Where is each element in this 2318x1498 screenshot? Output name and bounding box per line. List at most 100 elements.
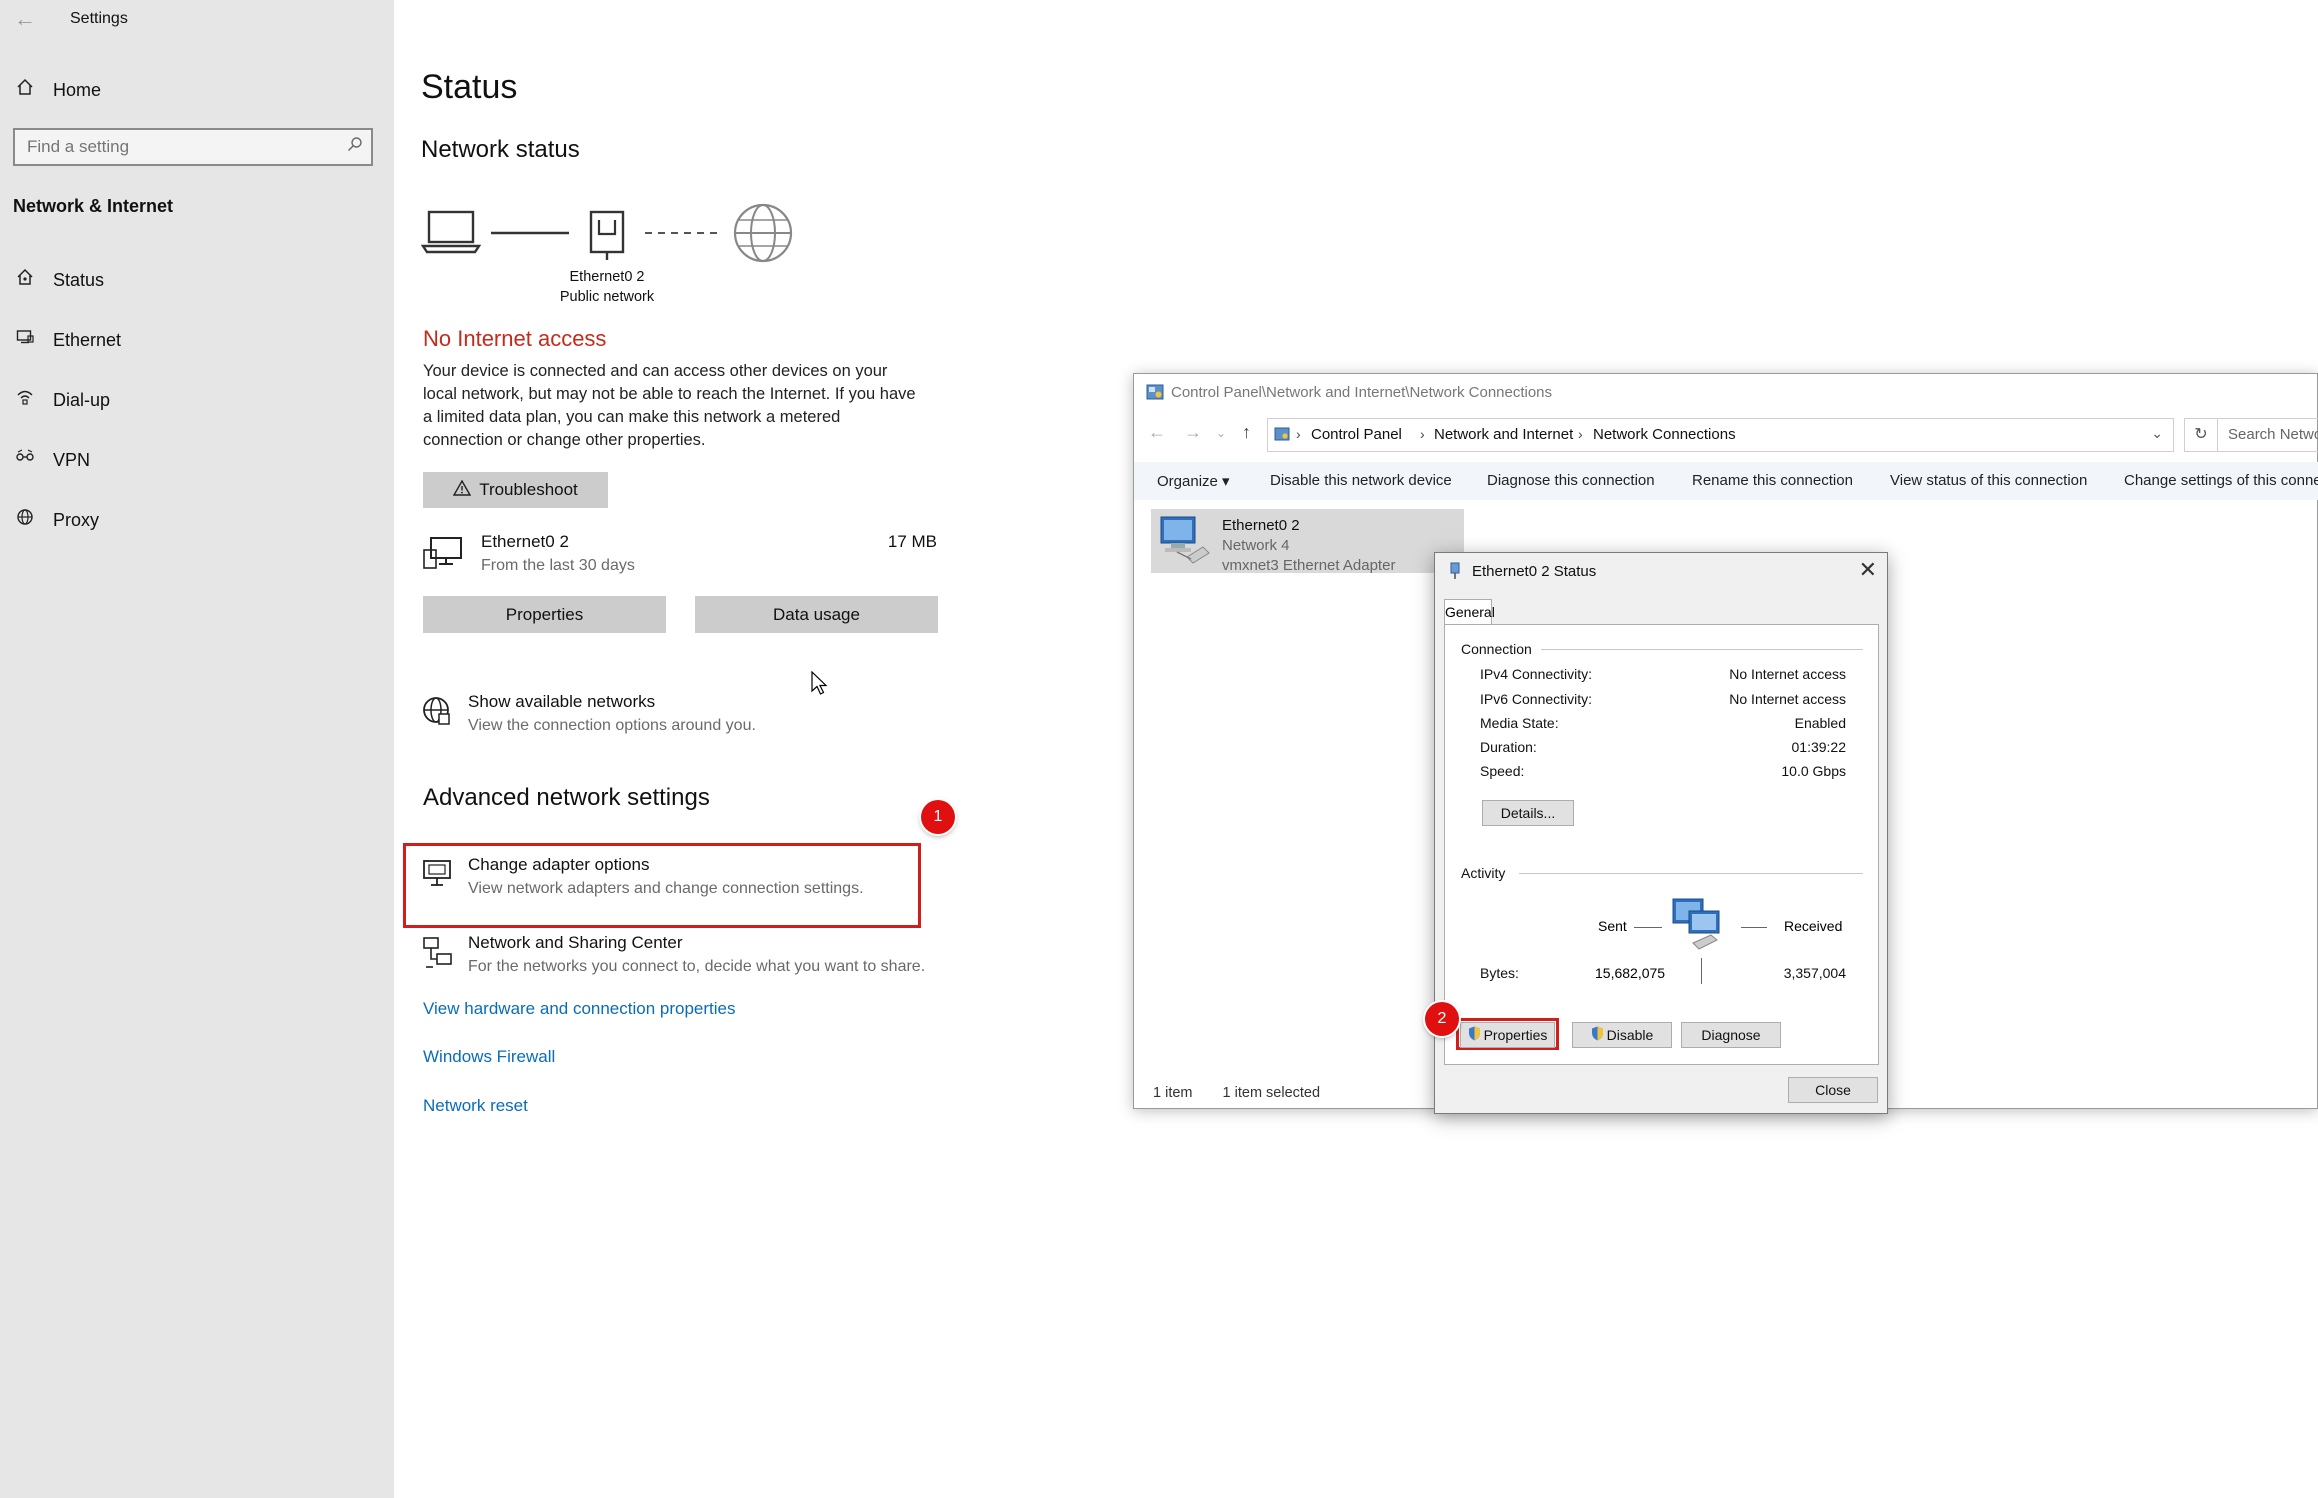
find-setting-search[interactable] xyxy=(13,128,373,166)
connection-adapter: vmxnet3 Ethernet Adapter xyxy=(1222,557,1396,574)
dialup-icon xyxy=(13,388,37,412)
usage-amount: 17 MB xyxy=(887,532,937,551)
sent-line xyxy=(1634,927,1662,928)
control-panel-small-icon xyxy=(1274,426,1290,446)
breadcrumb-separator-icon: › xyxy=(1296,426,1301,442)
windows-firewall-link[interactable]: Windows Firewall xyxy=(423,1047,555,1067)
status-description: Your device is connected and can access … xyxy=(423,362,916,449)
properties-label: Properties xyxy=(1483,1027,1548,1043)
breadcrumb-separator-icon: › xyxy=(1420,426,1425,442)
rename-connection-command[interactable]: Rename this connection xyxy=(1692,472,1853,489)
media-state-label: Media State: xyxy=(1480,715,1559,731)
sharing-center-link[interactable]: Network and Sharing Center xyxy=(468,933,683,953)
dialog-properties-button[interactable]: Properties xyxy=(1460,1022,1555,1048)
ethernet-port-icon xyxy=(589,210,625,260)
vpn-icon xyxy=(13,448,37,472)
refresh-icon[interactable]: ↻ xyxy=(2184,418,2218,452)
show-networks-link[interactable]: Show available networks xyxy=(468,692,655,712)
change-adapter-options-link[interactable]: Change adapter options xyxy=(468,855,649,875)
sidebar-item-ethernet[interactable]: Ethernet xyxy=(0,318,394,362)
control-panel-icon xyxy=(1146,383,1164,405)
ethernet-monitor-icon xyxy=(423,536,465,577)
duration-value: 01:39:22 xyxy=(1791,739,1847,755)
explorer-search-box[interactable]: Search Netwo xyxy=(2217,418,2318,452)
network-reset-link[interactable]: Network reset xyxy=(423,1096,528,1116)
explorer-search-placeholder: Search Netwo xyxy=(2228,426,2318,443)
connection-group-label: Connection xyxy=(1461,641,1532,657)
sidebar-item-label: Dial-up xyxy=(53,389,111,410)
close-button[interactable]: Close xyxy=(1788,1077,1878,1103)
breadcrumb-network-connections[interactable]: Network Connections xyxy=(1593,426,1736,443)
close-icon[interactable]: ✕ xyxy=(1859,557,1877,583)
bytes-label: Bytes: xyxy=(1480,965,1519,981)
search-icon[interactable] xyxy=(347,136,363,157)
uac-shield-icon xyxy=(1591,1026,1607,1044)
sent-label: Sent xyxy=(1598,918,1627,934)
breadcrumb-network-internet[interactable]: Network and Internet xyxy=(1434,426,1573,443)
sharing-center-icon xyxy=(421,936,455,975)
item-count: 1 item xyxy=(1153,1085,1193,1101)
sidebar-item-home[interactable]: Home xyxy=(0,68,394,112)
network-status-heading: Network status xyxy=(421,136,580,163)
adapter-caption: Ethernet0 2 Public network xyxy=(557,267,657,307)
step-badge-2: 2 xyxy=(1425,1002,1459,1036)
sidebar-item-dialup[interactable]: Dial-up xyxy=(0,378,394,422)
uac-shield-icon xyxy=(1468,1026,1484,1044)
no-internet-heading: No Internet access xyxy=(423,326,607,351)
ipv4-label: IPv4 Connectivity: xyxy=(1480,666,1593,682)
troubleshoot-button[interactable]: Troubleshoot xyxy=(423,472,608,508)
recent-chevron-icon[interactable]: ⌄ xyxy=(1216,426,1226,440)
back-arrow-icon[interactable]: ← xyxy=(1148,422,1166,443)
forward-arrow-icon[interactable]: → xyxy=(1184,422,1202,443)
sidebar-item-label: VPN xyxy=(53,449,91,470)
change-adapter-subtitle: View network adapters and change connect… xyxy=(468,880,864,897)
tab-general[interactable]: General xyxy=(1444,599,1495,625)
breadcrumb-control-panel[interactable]: Control Panel xyxy=(1311,426,1402,443)
ipv6-label: IPv6 Connectivity: xyxy=(1480,691,1593,707)
computers-activity-icon xyxy=(1667,895,1727,958)
activity-group-label: Activity xyxy=(1461,865,1506,881)
globe-network-icon xyxy=(421,695,453,732)
diagnose-button[interactable]: Diagnose xyxy=(1681,1022,1781,1048)
window-title: Control Panel\Network and Internet\Netwo… xyxy=(1171,384,1553,401)
up-arrow-icon[interactable]: ↑ xyxy=(1242,422,1251,443)
details-button[interactable]: Details... xyxy=(1482,800,1574,826)
network-connection-item[interactable]: Ethernet0 2 Network 4 vmxnet3 Ethernet A… xyxy=(1151,509,1464,574)
warning-icon xyxy=(452,479,472,501)
bytes-received-value: 3,357,004 xyxy=(1783,965,1846,981)
sidebar-item-proxy[interactable]: Proxy xyxy=(0,498,394,542)
usage-adapter-name: Ethernet0 2 xyxy=(481,532,569,551)
received-line xyxy=(1741,927,1767,928)
back-arrow-icon[interactable]: ← xyxy=(14,6,36,32)
globe-icon xyxy=(13,508,37,532)
section-title: Network & Internet xyxy=(13,196,174,216)
data-usage-button[interactable]: Data usage xyxy=(695,596,938,633)
bytes-sent-value: 15,682,075 xyxy=(1595,965,1666,981)
network-adapter-icon xyxy=(1157,513,1213,573)
sidebar-item-label: Proxy xyxy=(53,509,100,530)
address-bar[interactable]: › Control Panel › Network and Internet ›… xyxy=(1267,418,2174,452)
properties-button[interactable]: Properties xyxy=(423,596,666,633)
speed-label: Speed: xyxy=(1480,763,1525,779)
disable-button[interactable]: Disable xyxy=(1572,1022,1672,1048)
sidebar-item-status[interactable]: Status xyxy=(0,258,394,302)
organize-menu[interactable]: Organize ▾ xyxy=(1157,472,1230,490)
app-title: Settings xyxy=(70,10,128,27)
sidebar-item-label: Status xyxy=(53,269,105,290)
adapter-name: Ethernet0 2 xyxy=(569,269,645,285)
diagnose-connection-command[interactable]: Diagnose this connection xyxy=(1487,472,1655,489)
view-status-command[interactable]: View status of this connection xyxy=(1890,472,2087,489)
hardware-properties-link[interactable]: View hardware and connection properties xyxy=(423,999,736,1019)
sidebar-item-vpn[interactable]: VPN xyxy=(0,438,394,482)
ethernet-icon xyxy=(13,328,37,352)
disable-device-command[interactable]: Disable this network device xyxy=(1270,472,1452,489)
dialog-title: Ethernet0 2 Status xyxy=(1472,563,1597,580)
selected-count: 1 item selected xyxy=(1222,1085,1321,1101)
find-setting-input[interactable] xyxy=(27,136,327,158)
disable-label: Disable xyxy=(1606,1027,1654,1043)
page-title: Status xyxy=(421,68,518,106)
address-dropdown-icon[interactable]: ⌄ xyxy=(2151,425,2163,442)
troubleshoot-label: Troubleshoot xyxy=(479,480,578,499)
change-settings-command[interactable]: Change settings of this conne xyxy=(2124,472,2318,489)
connection-name: Ethernet0 2 xyxy=(1222,517,1300,534)
